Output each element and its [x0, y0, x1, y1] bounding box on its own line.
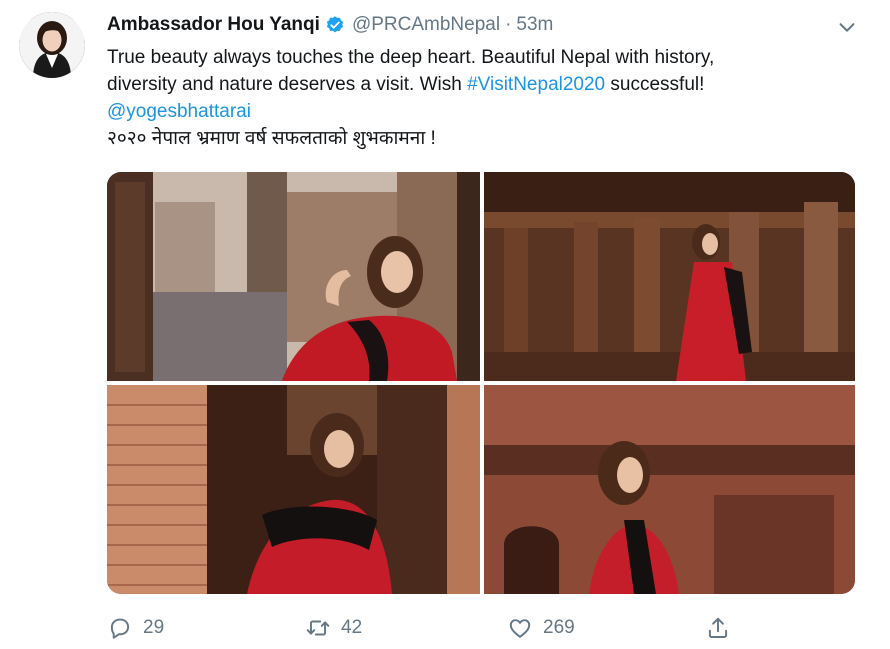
mention-link[interactable]: @yogesbhattarai [107, 98, 867, 125]
reply-count: 29 [143, 617, 165, 638]
author-name[interactable]: Ambassador Hou Yanqi [107, 14, 320, 36]
retweet-icon [306, 620, 330, 636]
photo-4[interactable] [484, 385, 855, 594]
retweet-button[interactable]: 42 [305, 615, 362, 641]
author-handle[interactable]: @PRCAmbNepal [352, 14, 500, 36]
reply-button[interactable]: 29 [107, 615, 164, 641]
photo-1[interactable] [107, 172, 480, 381]
like-icon [509, 619, 531, 638]
share-icon [708, 617, 728, 638]
separator-dot: · [505, 14, 512, 35]
media-grid [107, 172, 855, 594]
tweet-text-segment: diversity and nature deserves a visit. W… [107, 74, 468, 95]
timestamp[interactable]: 53m [516, 14, 553, 36]
tweet: Ambassador Hou Yanqi @PRCAmbNepal · 53m … [0, 0, 890, 649]
retweet-count: 42 [341, 617, 363, 638]
tweet-text-line: २०२० नेपाल भ्रमाण वर्ष सफलताको शुभकामना … [107, 128, 436, 149]
like-count: 269 [543, 617, 575, 638]
avatar[interactable] [19, 12, 85, 78]
tweet-text: True beauty always touches the deep hear… [107, 44, 867, 152]
like-button[interactable]: 269 [507, 615, 575, 641]
tweet-text-line: diversity and nature deserves a visit. W… [107, 71, 867, 98]
hashtag-link[interactable]: #VisitNepal2020 [467, 74, 605, 95]
chevron-down-icon[interactable] [836, 16, 858, 38]
photo-2[interactable] [484, 172, 855, 381]
share-button[interactable] [705, 615, 741, 641]
tweet-text-segment: successful! [605, 74, 705, 95]
photo-3[interactable] [107, 385, 480, 594]
reply-icon [110, 618, 130, 639]
verified-badge-icon [326, 16, 344, 33]
tweet-header: Ambassador Hou Yanqi @PRCAmbNepal · 53m [107, 12, 553, 38]
tweet-text-line: True beauty always touches the deep hear… [107, 47, 715, 68]
action-bar: 29 42 269 [107, 615, 747, 645]
